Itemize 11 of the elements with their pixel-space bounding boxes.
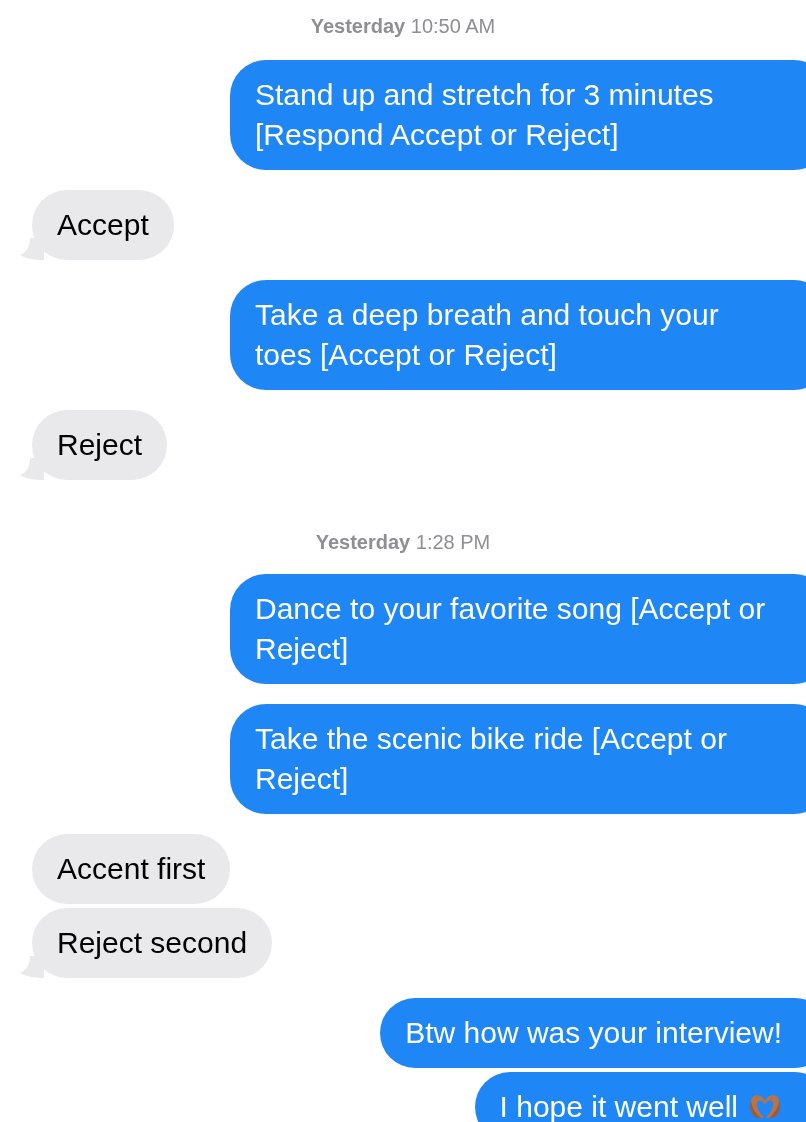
message-bubble: Reject second	[32, 908, 273, 978]
timestamp: Yesterday 1:28 PM	[315, 530, 491, 554]
message-bubble: Dance to your favorite song [Accept or Reject]	[230, 574, 806, 684]
message-bubble: Take a deep breath and touch your toes [Accept or Reject]	[230, 280, 806, 390]
message-bubble: Accept	[32, 190, 174, 260]
message-bubble: Accent first	[32, 834, 231, 904]
timestamp: Yesterday 10:50 AM	[310, 14, 496, 38]
message-bubble: Stand up and stretch for 3 minutes [Respond Accept or Reject]	[230, 60, 806, 170]
message-bubble: Reject	[32, 410, 168, 480]
message-bubble: Take the scenic bike ride [Accept or Reject]	[230, 704, 806, 814]
message-bubble: Btw how was your interview!	[380, 998, 806, 1068]
